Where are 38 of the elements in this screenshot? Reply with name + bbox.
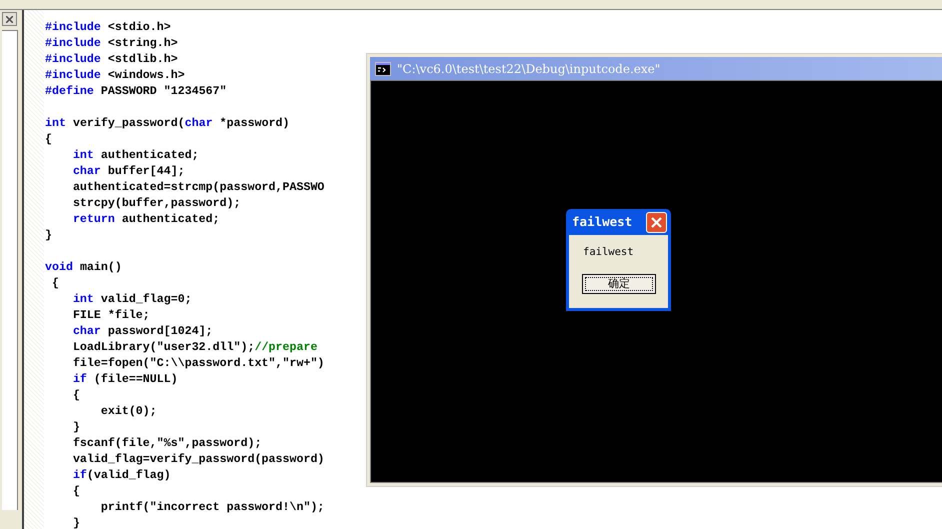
code-line: authenticated=strcmp(password,PASSWO — [72, 180, 324, 196]
close-button[interactable] — [2, 12, 17, 26]
code-line: FILE *file; — [72, 308, 151, 324]
console-icon — [375, 62, 391, 76]
dialog-message: failwest — [583, 245, 635, 260]
close-icon — [6, 16, 13, 22]
code-line: } — [45, 228, 53, 244]
code-line: if(valid_flag) — [72, 468, 172, 484]
code-line: #include <string.h> — [45, 36, 179, 52]
code-line: int verify_password(char *password) — [45, 116, 291, 132]
code-line: #include <stdio.h> — [45, 20, 172, 36]
code-line: { — [72, 388, 81, 404]
code-line: char password[1024]; — [72, 324, 214, 340]
code-line: file=fopen("C:\\password.txt","rw+") — [72, 356, 324, 372]
code-line: printf("incorrect password!\n"); — [100, 500, 324, 516]
code-line: valid_flag=verify_password(password) — [72, 452, 324, 468]
code-line: LoadLibrary("user32.dll");//prepare — [72, 340, 318, 356]
code-line: { — [50, 276, 60, 292]
code-line: { — [45, 132, 53, 148]
code-line: char buffer[44]; — [72, 164, 186, 180]
code-line: } — [72, 516, 81, 529]
code-line: void main() — [45, 260, 123, 276]
code-line: fscanf(file,"%s",password); — [72, 436, 263, 452]
code-line: } — [72, 420, 81, 436]
window-title: "C:\vc6.0\test\test22\Debug\inputcode.exe" — [397, 60, 660, 78]
code-line: #include <stdlib.h> — [45, 52, 179, 68]
code-line: int valid_flag=0; — [72, 292, 193, 308]
close-icon — [651, 216, 662, 228]
code-line: #include <windows.h> — [45, 68, 186, 84]
code-line: #define PASSWORD "1234567" — [45, 84, 228, 100]
code-line: { — [72, 484, 81, 500]
code-line: if (file==NULL) — [72, 372, 179, 388]
dialog-title: failwest — [572, 212, 632, 231]
code-line: strcpy(buffer,password); — [72, 196, 242, 212]
code-line: exit(0); — [100, 404, 158, 420]
code-line: int authenticated; — [72, 148, 200, 164]
code-line: return authenticated; — [72, 212, 221, 228]
ok-button[interactable]: 确定 — [582, 274, 656, 294]
